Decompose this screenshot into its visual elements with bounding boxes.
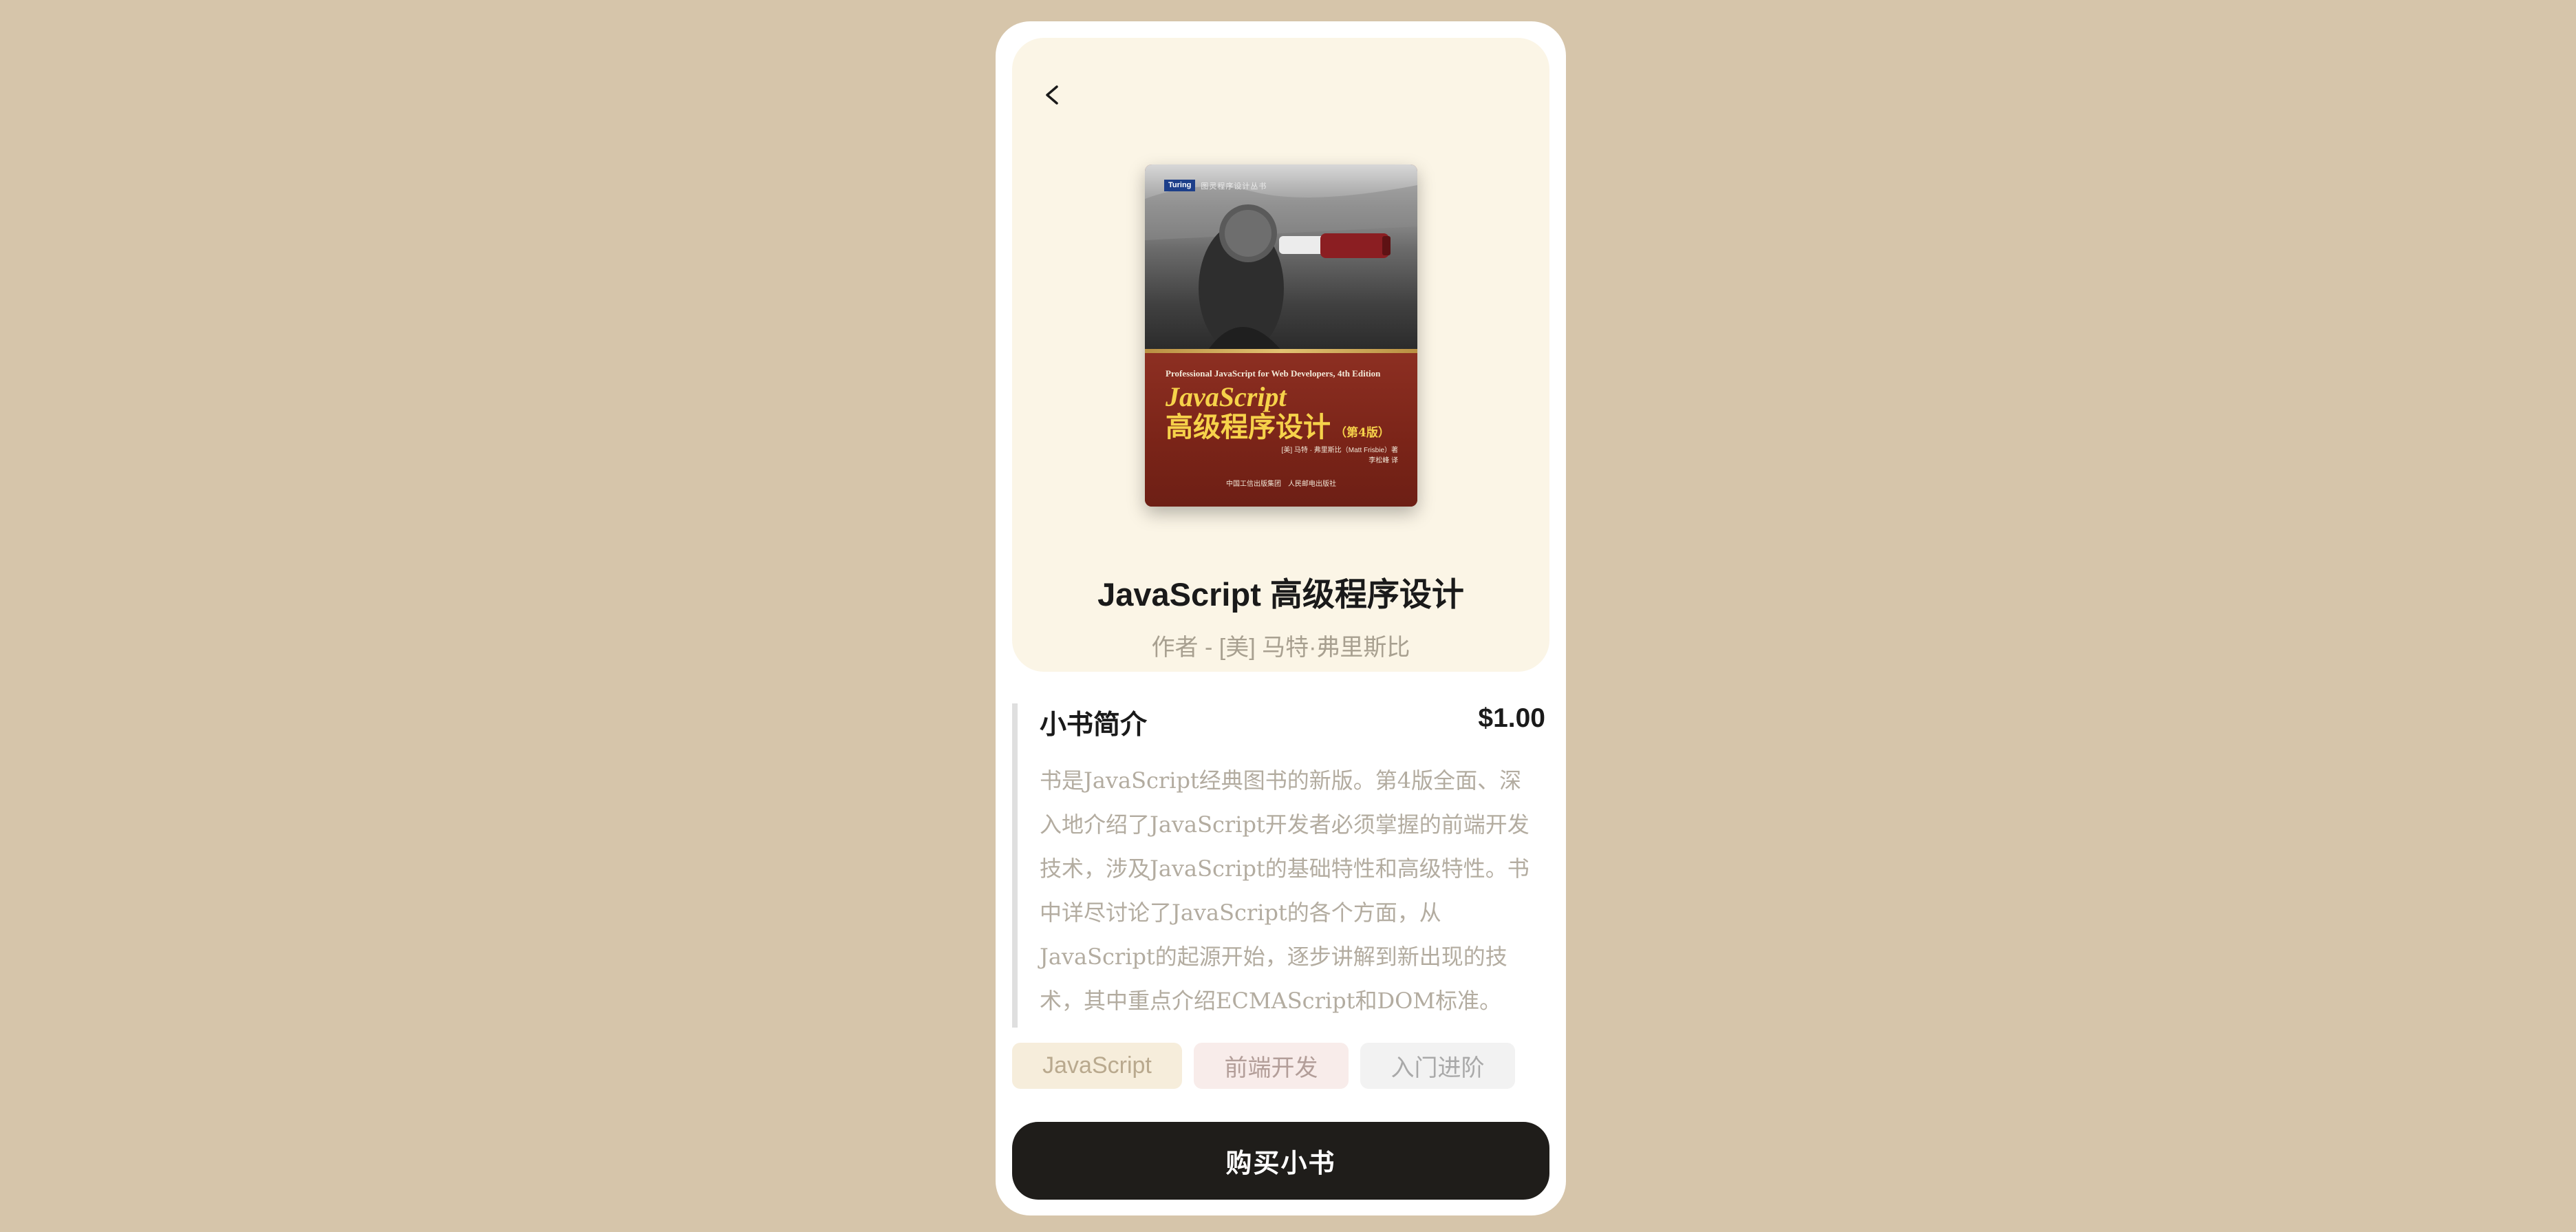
cover-gold-line [1145, 349, 1417, 353]
back-button[interactable] [1033, 76, 1071, 114]
book-price: $1.00 [1478, 703, 1545, 733]
cover-series: Turing 图灵程序设计丛书 [1164, 180, 1267, 191]
cover-series-text: 图灵程序设计丛书 [1201, 182, 1267, 191]
intro-heading: 小书简介 [1040, 710, 1148, 740]
cover-author-line: [美] 马特 · 弗里斯比（Matt Frisbie）著 [1281, 447, 1398, 454]
tag-beginner-advanced[interactable]: 入门进阶 [1360, 1043, 1515, 1089]
cover-edition: （第4版） [1335, 426, 1390, 440]
cover-translator-line: 李松峰 译 [1368, 457, 1398, 465]
cover-publisher: 中国工信出版集团 人民邮电出版社 [1226, 480, 1336, 488]
book-intro: 小书简介 $1.00 书是JavaScript经典图书的新版。第4版全面、深入地… [1012, 703, 1549, 1028]
cover-subtitle-en: Professional JavaScript for Web Develope… [1166, 368, 1381, 379]
cover-title-cn-text: 高级程序设计 [1166, 411, 1331, 443]
chevron-left-icon [1046, 85, 1058, 105]
cover-illustration [1145, 185, 1417, 354]
cover-photo: Turing 图灵程序设计丛书 [1145, 164, 1417, 354]
book-cover: Turing 图灵程序设计丛书 Professional JavaScript … [1145, 164, 1417, 507]
tag-frontend[interactable]: 前端开发 [1194, 1043, 1349, 1089]
book-detail-card: Turing 图灵程序设计丛书 Professional JavaScript … [996, 21, 1566, 1215]
book-author: 作者 - [美] 马特·弗里斯比 [1151, 635, 1410, 661]
turing-logo: Turing [1164, 180, 1196, 191]
book-hero: Turing 图灵程序设计丛书 Professional JavaScript … [1012, 38, 1549, 672]
buy-button[interactable]: 购买小书 [1012, 1122, 1549, 1200]
intro-text: 书是JavaScript经典图书的新版。第4版全面、深入地介绍了JavaScri… [1040, 767, 1530, 1014]
book-title: JavaScript 高级程序设计 [1097, 576, 1464, 613]
cover-title-cn: 高级程序设计 （第4版） [1166, 412, 1390, 443]
tag-javascript[interactable]: JavaScript [1012, 1043, 1182, 1089]
cover-author: [美] 马特 · 弗里斯比（Matt Frisbie）著 李松峰 译 [1282, 445, 1398, 466]
cover-title-en: JavaScript [1166, 381, 1287, 412]
tag-list: JavaScript 前端开发 入门进阶 [1012, 1043, 1515, 1089]
